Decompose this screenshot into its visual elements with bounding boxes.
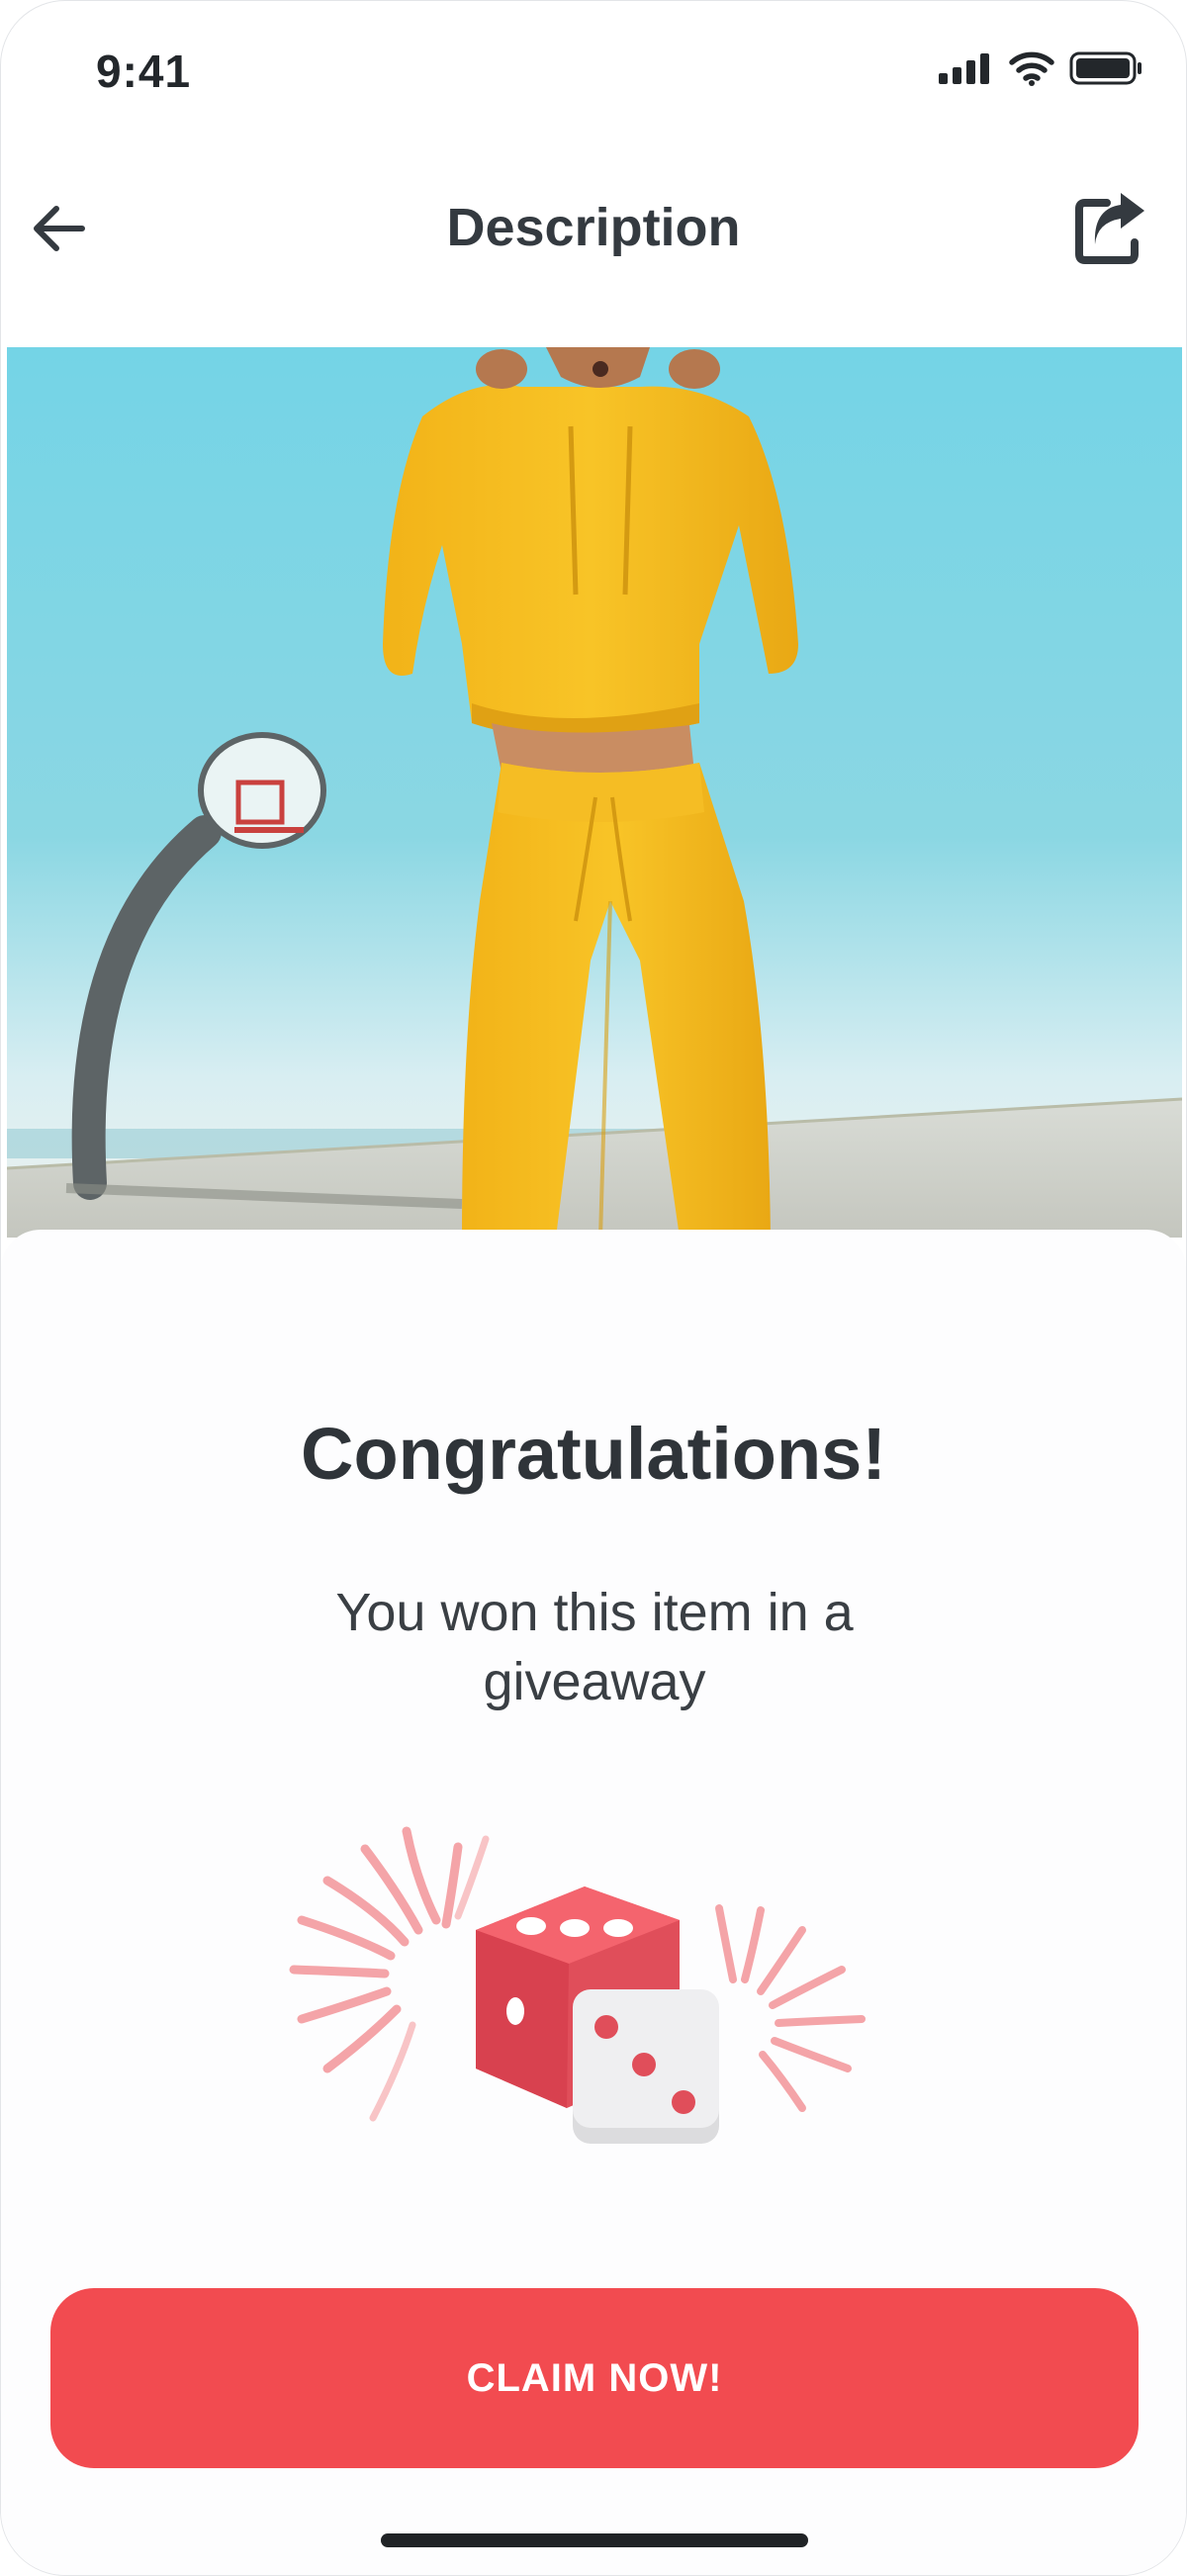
congratulations-title: Congratulations! bbox=[301, 1413, 886, 1495]
status-bar: 9:41 bbox=[1, 1, 1186, 149]
dice-fireworks-icon bbox=[288, 1821, 901, 2167]
share-icon bbox=[1071, 189, 1150, 273]
battery-icon bbox=[1069, 50, 1144, 91]
result-card: Congratulations! You won this item in a … bbox=[1, 1230, 1186, 2575]
signal-icon bbox=[937, 51, 994, 90]
wifi-icon bbox=[1008, 50, 1055, 91]
phone-screen: 9:41 Description Congratulations! You wo… bbox=[0, 0, 1187, 2576]
status-icons bbox=[937, 50, 1144, 91]
product-photo bbox=[7, 347, 1182, 1238]
giveaway-message: You won this item in a giveaway bbox=[335, 1583, 854, 1711]
share-button[interactable] bbox=[1071, 191, 1150, 270]
page-title: Description bbox=[446, 198, 741, 257]
claim-now-button[interactable]: CLAIM NOW! bbox=[50, 2288, 1139, 2468]
app-header: Description bbox=[1, 149, 1186, 347]
status-time: 9:41 bbox=[96, 46, 192, 97]
home-indicator[interactable] bbox=[381, 2533, 808, 2547]
